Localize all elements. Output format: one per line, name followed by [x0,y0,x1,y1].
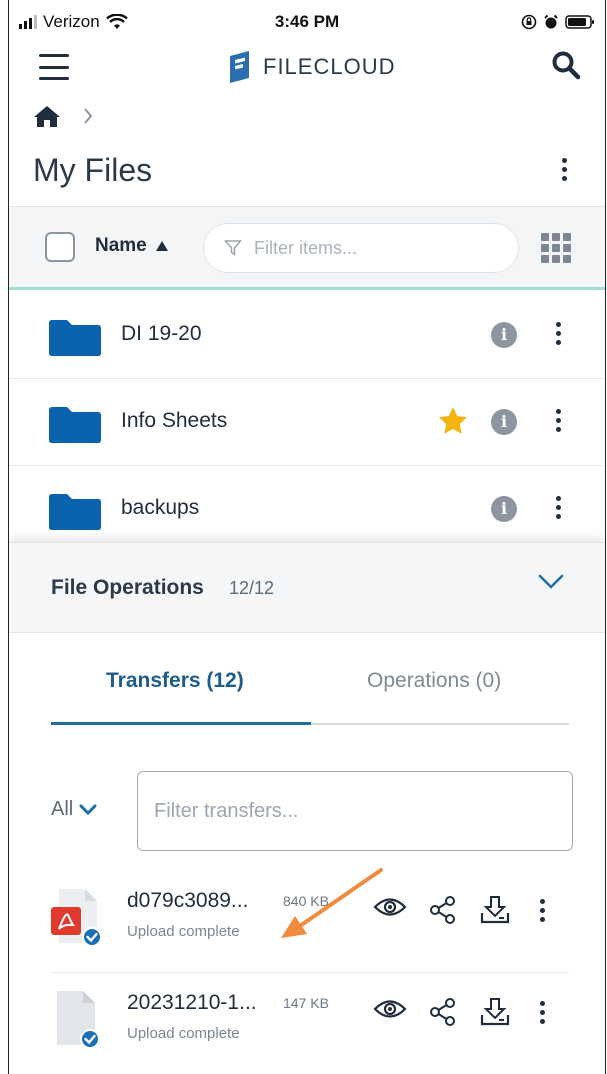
folder-icon [49,494,101,530]
info-icon[interactable]: i [491,322,517,348]
alarm-icon [544,14,558,29]
menu-button[interactable] [39,54,69,80]
file-operations-title: File Operations [51,576,204,599]
preview-eye-icon[interactable] [373,895,407,919]
star-icon[interactable] [437,405,469,437]
transfer-file-name: 20231210-1... [127,991,257,1014]
filter-items-input[interactable] [254,237,494,259]
transfer-status: Upload complete [127,1025,240,1042]
transfer-status: Upload complete [127,923,240,940]
folder-icon [49,407,101,443]
transfer-more-button[interactable] [535,899,549,922]
filecloud-logo-icon [230,51,249,83]
pdf-file-icon [51,889,102,947]
transfer-row[interactable]: d079c3089... 840 KB Upload complete [51,873,569,973]
folder-more-button[interactable] [551,409,565,432]
page-more-button[interactable] [557,158,571,181]
info-icon[interactable]: i [491,409,517,435]
all-dropdown[interactable]: All [51,798,97,821]
info-icon[interactable]: i [491,496,517,522]
list-header: Name [9,206,605,290]
file-icon [57,991,100,1049]
transfer-more-button[interactable] [535,1001,549,1024]
tab-operations[interactable]: Operations (0) [367,669,501,693]
home-icon[interactable] [33,104,61,128]
transfer-file-size: 840 KB [283,893,329,909]
signal-icon [19,15,37,29]
download-icon[interactable] [479,997,511,1027]
filter-transfers-input[interactable] [154,799,556,823]
file-operations-header[interactable]: File Operations 12/12 [9,543,605,633]
chevron-down-icon [79,804,97,815]
folder-icon [49,320,101,356]
folder-name: backups [121,496,200,519]
transfer-row[interactable]: 20231210-1... 147 KB Upload complete [51,975,569,1074]
all-dropdown-label: All [51,798,74,820]
sort-label: Name [95,235,147,256]
share-icon[interactable] [429,997,457,1027]
sort-ascending-icon [155,241,168,251]
logo-text: FILECLOUD [263,54,396,79]
active-tab-indicator [51,722,311,725]
filter-icon [224,240,242,256]
chevron-right-icon [84,108,93,124]
filter-items-field [203,223,519,273]
sort-by-name[interactable]: Name [95,235,169,257]
status-bar: Verizon 3:46 PM [9,0,605,44]
file-operations-panel: File Operations 12/12 Transfers (12) Ope… [9,542,605,1074]
transfer-file-name: d079c3089... [127,889,249,912]
file-operations-count: 12/12 [229,578,275,598]
orientation-lock-icon [521,14,537,30]
grid-view-icon[interactable] [541,233,571,263]
folder-name: DI 19-20 [121,322,202,345]
tab-transfers[interactable]: Transfers (12) [106,669,244,693]
folder-name: Info Sheets [121,409,228,432]
battery-icon [565,15,594,29]
page-title: My Files [33,152,153,188]
folder-row[interactable]: DI 19-20 i [9,292,605,379]
folder-more-button[interactable] [551,496,565,519]
share-icon[interactable] [429,895,457,925]
app-frame: Verizon 3:46 PM FILECLOUD My Files Name … [8,0,606,1074]
transfer-file-size: 147 KB [283,995,329,1011]
folder-more-button[interactable] [551,322,565,345]
filter-transfers-field [137,771,573,851]
chevron-down-icon[interactable] [537,573,565,591]
filecloud-logo: FILECLOUD [227,50,395,84]
download-icon[interactable] [479,895,511,925]
search-button[interactable] [551,50,581,85]
select-all-checkbox[interactable] [45,232,75,262]
carrier-label: Verizon [43,12,100,31]
wifi-icon [105,14,128,29]
folder-row[interactable]: backups i [9,466,605,553]
app-header: FILECLOUD [9,44,605,94]
search-icon [552,51,581,80]
folder-row[interactable]: Info Sheets i [9,379,605,466]
preview-eye-icon[interactable] [373,997,407,1021]
transfer-tabs: Transfers (12) Operations (0) [51,633,569,725]
breadcrumb [33,104,93,128]
